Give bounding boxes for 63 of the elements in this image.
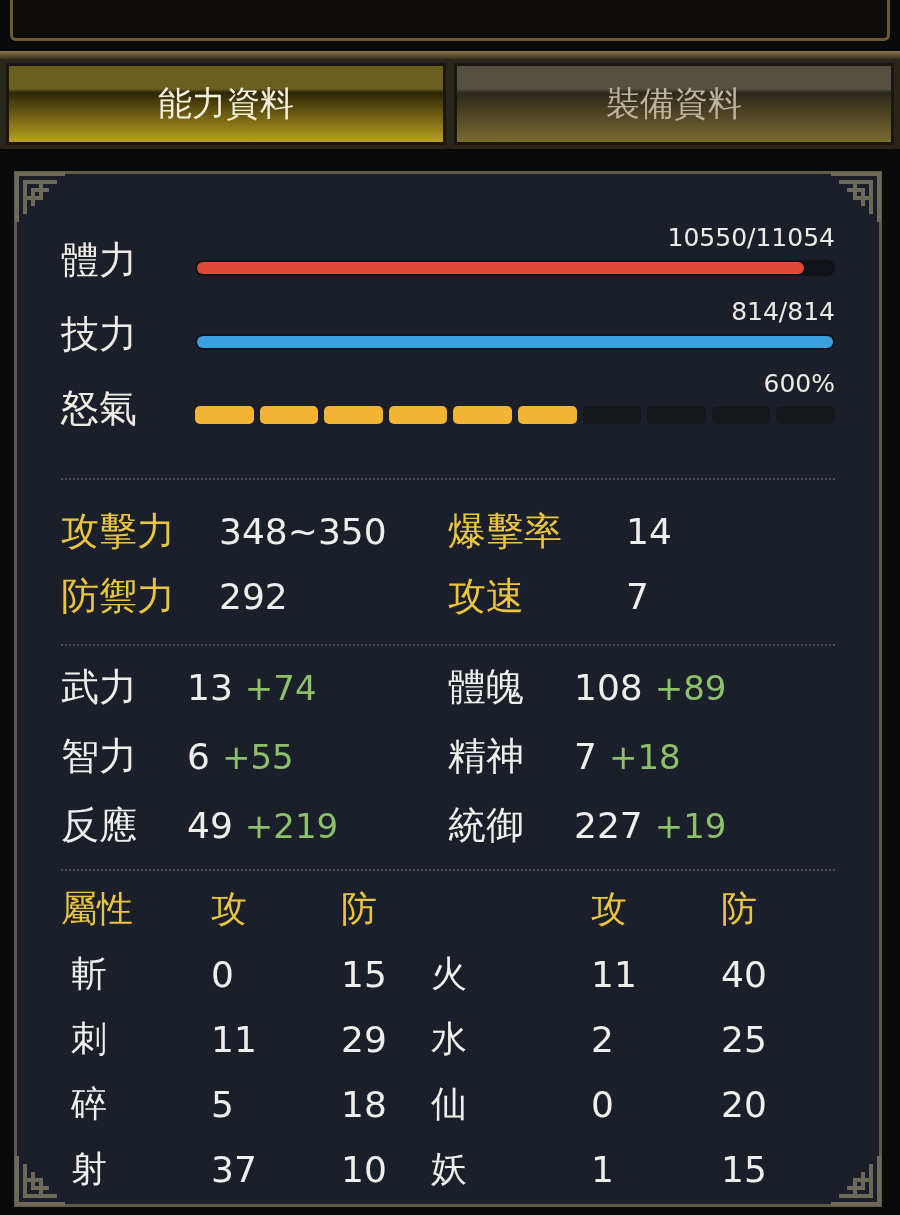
- table-cell-text: 妖: [431, 1147, 468, 1191]
- table-cell-text: 水: [431, 1017, 468, 1061]
- table-cell-text: 11: [591, 954, 638, 995]
- gauge-reading: 814/814: [731, 297, 835, 326]
- table-cell-text: 刺: [70, 1017, 108, 1061]
- stat-label: 爆擊率: [448, 508, 563, 555]
- table-cell-text: 20: [721, 1084, 768, 1125]
- stat-label: 反應: [61, 802, 137, 849]
- table-cell-text: 火: [431, 952, 468, 996]
- stat-label: 攻擊力: [61, 508, 176, 555]
- table-cell-text: 15: [721, 1149, 768, 1190]
- table-cell-text: 10: [341, 1149, 388, 1190]
- stat-bonus: +219: [244, 806, 339, 846]
- stat-value: 292: [219, 576, 288, 617]
- stat-value: 108: [574, 667, 643, 708]
- gauge-reading: 10550/11054: [667, 223, 835, 252]
- table-cell-text: 碎: [70, 1082, 108, 1126]
- table-cell-text: 2: [591, 1019, 615, 1060]
- stat-value: 7: [574, 736, 597, 777]
- stat-value: 49: [187, 805, 233, 846]
- tab[interactable]: 裝備資料: [454, 63, 894, 145]
- stat-label: 體魄: [448, 664, 524, 711]
- stat-bonus: +18: [608, 737, 681, 777]
- table-cell-text: 5: [211, 1084, 235, 1125]
- table-cell-text: 29: [341, 1019, 388, 1060]
- stat-bonus: +55: [221, 737, 294, 777]
- stat-value: 227: [574, 805, 643, 846]
- stat-label: 精神: [448, 733, 524, 780]
- table-cell-text: 18: [341, 1084, 388, 1125]
- table-header: 攻: [591, 887, 628, 931]
- stat-label: 攻速: [448, 573, 525, 620]
- tab[interactable]: 能力資料: [6, 63, 446, 145]
- table-cell-text: 1: [591, 1149, 615, 1190]
- table-cell-text: 仙: [431, 1082, 468, 1126]
- stat-label: 智力: [61, 733, 137, 780]
- stat-label: 防禦力: [61, 573, 176, 620]
- stat-value: 13: [187, 667, 233, 708]
- table-cell-text: 25: [721, 1019, 768, 1060]
- stat-value: 14: [626, 511, 672, 552]
- stat-bonus: +74: [244, 668, 317, 708]
- table-cell-text: 15: [341, 954, 388, 995]
- table-cell-text: 0: [591, 1084, 615, 1125]
- table-cell-text: 射: [70, 1147, 108, 1191]
- table-cell-text: 37: [211, 1149, 258, 1190]
- gauge-label: 技力: [61, 311, 138, 358]
- table-cell-text: 0: [211, 954, 235, 995]
- gauge-label: 怒氣: [61, 385, 138, 432]
- gauge-reading: 600%: [763, 369, 835, 398]
- table-header: 屬性: [61, 887, 134, 931]
- stat-value: 6: [187, 736, 210, 777]
- stat-label: 武力: [61, 664, 137, 711]
- table-cell-text: 40: [721, 954, 768, 995]
- table-cell-text: 斬: [70, 952, 108, 996]
- table-header: 防: [721, 887, 758, 931]
- stat-value: 7: [626, 576, 649, 617]
- stat-label: 統御: [448, 802, 524, 849]
- stat-bonus: +19: [654, 806, 727, 846]
- stat-bonus: +89: [654, 668, 727, 708]
- table-header: 防: [341, 887, 378, 931]
- table-header: 攻: [211, 887, 248, 931]
- table-cell-text: 11: [211, 1019, 258, 1060]
- stat-value: 348~350: [219, 511, 387, 552]
- gauge-label: 體力: [61, 237, 138, 284]
